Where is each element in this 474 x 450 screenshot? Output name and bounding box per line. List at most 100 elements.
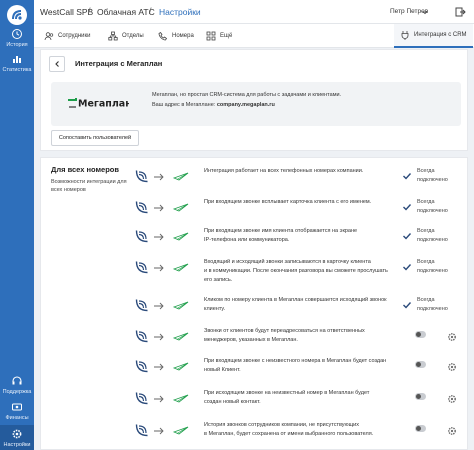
check-icon	[402, 228, 412, 240]
call-icon	[135, 328, 150, 343]
feature-status: Всегда подключено	[417, 167, 461, 185]
sidebar-item-support[interactable]: Поддержка	[0, 375, 34, 395]
sidebar-item-finance[interactable]: Финансы	[0, 401, 34, 421]
tab-employees[interactable]: Сотрудники	[44, 24, 91, 48]
arrow-right-icon	[153, 230, 165, 242]
features-card: Для всех номеров Возможности интеграции …	[40, 157, 468, 450]
arrow-right-icon	[153, 330, 165, 342]
feature-description: При входящем звонке с неизвестного номер…	[204, 357, 394, 375]
feature-description: При исходящем звонке на неизвестный номе…	[204, 389, 394, 407]
arrow-right-icon	[153, 170, 165, 182]
integration-header-card: Интеграция с Мегаплан Мегаплан Мегаплан,…	[40, 49, 468, 151]
megaplan-icon	[172, 261, 189, 273]
breadcrumb-separator: /	[149, 6, 152, 16]
tab-more[interactable]: Ещё	[206, 24, 232, 48]
feature-toggle[interactable]	[415, 361, 426, 368]
gear-icon[interactable]	[447, 329, 457, 341]
arrow-right-icon	[153, 201, 165, 213]
sidebar-item-settings[interactable]: Настройки	[0, 425, 34, 450]
back-button[interactable]	[49, 56, 65, 72]
gear-icon[interactable]	[447, 423, 457, 435]
tab-label: Отделы	[122, 33, 144, 39]
section-subtitle: Возможности интеграции для всех номеров	[51, 179, 127, 193]
feature-description: При входящем звонке имя клиента отобража…	[204, 227, 394, 245]
breadcrumb-current: Настройки	[159, 7, 201, 17]
feature-toggle[interactable]	[415, 331, 426, 338]
top-bar: WestCall SPB / Облачная АТС / Настройки …	[34, 0, 474, 24]
sidebar: История Статистика Поддержка Финансы Нас…	[0, 0, 34, 450]
arrow-right-icon	[153, 299, 165, 311]
megaplan-logo: Мегаплан	[67, 94, 132, 112]
chevron-down-icon[interactable]	[421, 8, 429, 16]
feature-status-line: Всегда	[417, 259, 435, 265]
grid-icon	[206, 31, 216, 41]
feature-status-line: подключено	[417, 208, 448, 214]
megaplan-icon	[172, 299, 189, 311]
integration-description: Мегаплан, но простая CRM-система для раб…	[152, 92, 342, 98]
sidebar-item-label: Настройки	[3, 442, 31, 448]
megaplan-icon	[172, 392, 189, 404]
sidebar-item-statistics[interactable]: Статистика	[0, 53, 34, 73]
page-title: Интеграция с Мегаплан	[75, 59, 163, 68]
megaplan-logo-text: Мегаплан	[78, 99, 129, 110]
feature-description-line: в Мегаплан, будет сохранена от имени выб…	[204, 431, 374, 437]
feature-status-line: подключено	[417, 177, 448, 183]
feature-description: Входящий и исходящий звонки записываются…	[204, 258, 394, 285]
history-icon	[12, 29, 22, 39]
feature-description: При входящем звонке всплывает карточка к…	[204, 198, 394, 207]
users-icon	[44, 32, 54, 41]
tab-label: Сотрудники	[58, 33, 91, 39]
sidebar-item-label: Поддержка	[2, 389, 32, 395]
address-value[interactable]: company.megaplan.ru	[217, 102, 275, 108]
tab-departments[interactable]: Отделы	[108, 24, 144, 48]
megaplan-icon	[172, 424, 189, 436]
arrow-right-icon	[153, 392, 165, 404]
sidebar-item-history[interactable]: История	[0, 28, 34, 48]
feature-status: Всегда подключено	[417, 296, 461, 314]
check-icon	[402, 297, 412, 309]
call-icon	[135, 259, 150, 274]
gear-icon[interactable]	[447, 391, 457, 403]
feature-description-line: создан новый контакт.	[204, 399, 261, 405]
megaplan-icon	[172, 230, 189, 242]
tab-numbers[interactable]: Номера	[158, 24, 194, 48]
bar-chart-icon	[13, 56, 21, 63]
main-content: Интеграция с Мегаплан Мегаплан Мегаплан,…	[40, 49, 468, 450]
arrow-right-icon	[153, 261, 165, 273]
breadcrumb-brand[interactable]: WestCall SPB	[40, 7, 93, 17]
feature-status-line: Всегда	[417, 228, 435, 234]
call-icon	[135, 358, 150, 373]
feature-status-line: подключено	[417, 306, 448, 312]
sidebar-item-label: Финансы	[5, 415, 29, 421]
megaplan-banner: Мегаплан Мегаплан, но простая CRM-систем…	[51, 82, 461, 126]
integration-address: Ваш адрес в Мегаплане: company.megaplan.…	[152, 102, 275, 108]
feature-description: История звонков сотрудников компании, не…	[204, 421, 394, 439]
feature-description-line: IP-телефона или коммуникатора.	[204, 237, 290, 243]
megaplan-icon	[172, 201, 189, 213]
feature-description-line: Интеграция работает на всех телефонных н…	[204, 168, 364, 174]
app-logo-icon[interactable]	[7, 5, 27, 25]
finance-icon	[12, 403, 22, 411]
feature-description-line: новый Клиент.	[204, 367, 241, 373]
sidebar-item-label: История	[6, 42, 28, 48]
megaplan-icon	[172, 360, 189, 372]
breadcrumb-separator: /	[88, 6, 91, 16]
call-icon	[135, 199, 150, 214]
logout-icon[interactable]	[454, 6, 466, 18]
match-users-button[interactable]: Сопоставить пользователей	[51, 130, 139, 146]
feature-toggle[interactable]	[415, 425, 426, 432]
feature-description-line: Звонки от клиентов будут переадресоватьс…	[204, 328, 365, 334]
plug-icon	[401, 31, 409, 40]
feature-status-line: Всегда	[417, 168, 435, 174]
settings-icon	[12, 429, 22, 439]
check-icon	[402, 199, 412, 211]
breadcrumb-section[interactable]: Облачная АТС	[97, 7, 155, 17]
tab-label: Ещё	[220, 33, 233, 39]
feature-description-line: При входящем звонке имя клиента отобража…	[204, 228, 358, 234]
gear-icon[interactable]	[447, 359, 457, 371]
feature-toggle[interactable]	[415, 393, 426, 400]
feature-description-line: его запись.	[204, 277, 233, 283]
feature-status-line: подключено	[417, 237, 448, 243]
tab-crm-integration[interactable]: Интеграция с CRM	[394, 24, 473, 48]
sidebar-item-label: Статистика	[2, 67, 32, 73]
